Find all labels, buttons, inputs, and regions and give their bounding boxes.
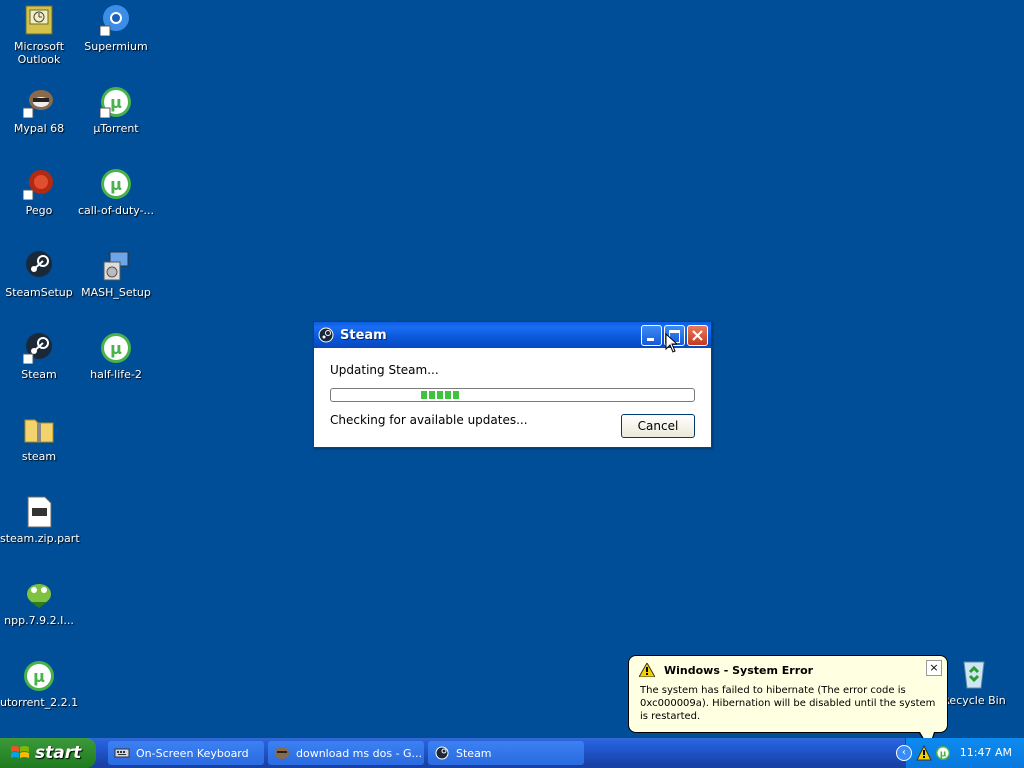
- installer-icon: [100, 250, 132, 282]
- mypal-icon: [22, 86, 55, 119]
- mypal-icon: [275, 747, 289, 759]
- utorrent-icon[interactable]: µ: [935, 745, 951, 761]
- task-steam[interactable]: Steam: [428, 741, 584, 765]
- steam-icon: [435, 746, 449, 760]
- clock[interactable]: 11:47 AM: [960, 746, 1012, 759]
- steam-icon: [22, 332, 55, 365]
- desktop-icon-label: npp.7.9.2.I...: [4, 614, 74, 627]
- desktop-icon-utorrent-221[interactable]: µ utorrent_2.2.1: [0, 660, 78, 709]
- recycle-bin-icon: [958, 658, 990, 690]
- start-label: start: [35, 743, 82, 763]
- checking-updates-text: Checking for available updates...: [330, 413, 528, 427]
- start-button[interactable]: start: [0, 738, 96, 768]
- keyboard-icon: [114, 748, 130, 758]
- utorrent-icon: µ: [100, 332, 132, 364]
- zip-folder-icon: [23, 414, 55, 446]
- desktop-icon-label: Microsoft Outlook: [13, 40, 65, 66]
- progress-marquee: [421, 391, 459, 399]
- task-on-screen-keyboard[interactable]: On-Screen Keyboard: [108, 741, 264, 765]
- desktop-icon-label: MASH_Setup: [81, 286, 151, 299]
- utorrent-icon: µ: [23, 660, 55, 692]
- desktop-icon-microsoft-outlook[interactable]: Microsoft Outlook: [0, 4, 78, 66]
- desktop-icon-label: Pego: [25, 204, 53, 217]
- desktop-icon-npp[interactable]: npp.7.9.2.I...: [0, 578, 78, 627]
- balloon-title: Windows - System Error: [664, 664, 814, 677]
- utorrent-icon: µ: [100, 168, 132, 200]
- balloon-close-button[interactable]: ×: [926, 660, 942, 676]
- desktop-icon-steam-zip-part[interactable]: steam.zip.part: [0, 496, 80, 545]
- dialog-title-bar[interactable]: Steam: [314, 322, 711, 348]
- desktop-icon-half-life-2[interactable]: µ half-life-2: [77, 332, 155, 381]
- dialog-title: Steam: [340, 327, 387, 343]
- task-download-ms-dos[interactable]: download ms dos - G...: [268, 741, 424, 765]
- desktop-icon-label: Supermium: [84, 40, 148, 53]
- desktop-icon-label: steam.zip.part: [0, 532, 80, 545]
- steam-icon: [318, 327, 334, 343]
- desktop-icon-label: Steam: [21, 368, 57, 381]
- windows-logo-icon: [11, 746, 29, 758]
- cancel-button[interactable]: Cancel: [621, 414, 695, 438]
- desktop-icon-label: utorrent_2.2.1: [0, 696, 79, 709]
- desktop-icon-label: steam: [21, 450, 57, 463]
- desktop-icon-mypal[interactable]: Mypal 68: [0, 86, 78, 135]
- steam-icon: [23, 250, 55, 282]
- svg-text:µ: µ: [110, 339, 122, 358]
- minimize-button[interactable]: [641, 325, 662, 346]
- desktop-icon-utorrent[interactable]: µ µTorrent: [77, 86, 155, 135]
- desktop-icon-label: µTorrent: [93, 122, 139, 135]
- dialog-body: Updating Steam... Checking for available…: [314, 348, 711, 447]
- system-tray: ‹ µ 11:47 AM: [896, 738, 1024, 768]
- balloon-message: The system has failed to hibernate (The …: [640, 685, 936, 722]
- outlook-icon: [23, 4, 55, 36]
- desktop-icon-pego[interactable]: Pego: [0, 168, 78, 217]
- svg-text:µ: µ: [33, 667, 45, 686]
- desktop-icon-steamsetup[interactable]: SteamSetup: [0, 250, 78, 299]
- system-error-balloon: Windows - System Error × The system has …: [628, 655, 948, 749]
- desktop-icon-steam-shortcut[interactable]: Steam: [0, 332, 78, 381]
- mouse-cursor-icon: [665, 333, 677, 353]
- update-progress-bar: [330, 388, 695, 402]
- steam-update-dialog: Steam Updating Steam... Checking for ava…: [313, 321, 712, 448]
- update-status-text: Updating Steam...: [330, 363, 439, 377]
- desktop-icon-call-of-duty[interactable]: µ call-of-duty-...: [77, 168, 155, 217]
- close-button[interactable]: [687, 325, 708, 346]
- utorrent-icon: µ: [99, 86, 132, 119]
- desktop-icon-label: call-of-duty-...: [77, 204, 155, 217]
- taskbar: start On-Screen Keyboard download ms dos…: [0, 738, 1024, 768]
- desktop-icon-label: Mypal 68: [13, 122, 65, 135]
- pego-icon: [22, 168, 55, 201]
- warning-icon[interactable]: [916, 745, 932, 761]
- task-label: On-Screen Keyboard: [136, 746, 249, 760]
- desktop-icon-mash-setup[interactable]: MASH_Setup: [77, 250, 155, 299]
- close-icon: [692, 330, 703, 341]
- desktop-icon-label: SteamSetup: [5, 286, 73, 299]
- warning-icon: [639, 663, 655, 677]
- svg-text:µ: µ: [940, 750, 947, 760]
- task-label: download ms dos - G...: [296, 746, 423, 760]
- notepadpp-icon: [23, 578, 55, 610]
- desktop-icon-supermium[interactable]: Supermium: [77, 4, 155, 53]
- desktop-icon-label: half-life-2: [90, 368, 142, 381]
- tray-expand-button[interactable]: ‹: [896, 745, 912, 761]
- file-icon: [23, 496, 55, 528]
- svg-text:µ: µ: [110, 93, 122, 112]
- supermium-icon: [99, 4, 132, 37]
- desktop-icon-steam-folder[interactable]: steam: [0, 414, 78, 463]
- svg-text:µ: µ: [110, 175, 122, 194]
- task-label: Steam: [456, 746, 492, 760]
